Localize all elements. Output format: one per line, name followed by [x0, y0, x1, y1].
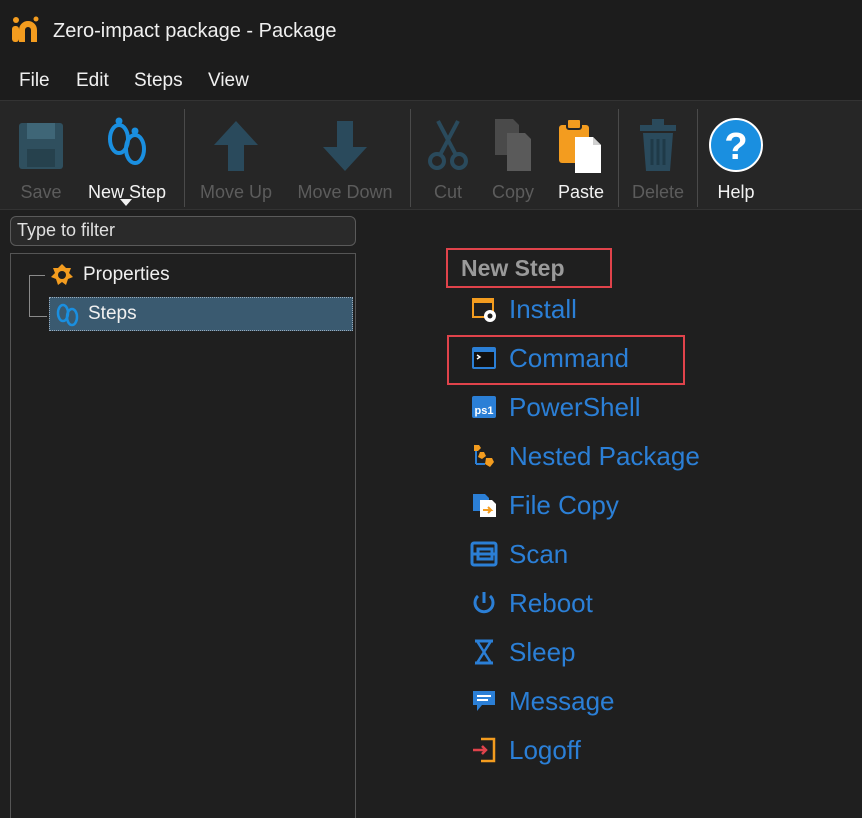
new-step-button[interactable]: New Step — [80, 109, 174, 206]
logoff-icon — [473, 737, 496, 763]
copy-icon — [495, 119, 531, 171]
filter-input[interactable]: Type to filter — [10, 216, 356, 246]
powershell-icon: ps1 — [472, 396, 496, 418]
step-command[interactable]: Command — [470, 340, 629, 376]
message-icon — [473, 691, 495, 711]
step-powershell[interactable]: ps1 PowerShell — [470, 389, 641, 425]
step-label: Logoff — [509, 734, 581, 765]
menu-view[interactable]: View — [208, 70, 249, 92]
step-label: Install — [509, 293, 577, 324]
step-label: Sleep — [509, 636, 576, 667]
tree-connector — [29, 316, 47, 317]
save-icon — [19, 123, 63, 169]
scan-icon — [470, 541, 498, 567]
step-label: Command — [509, 342, 629, 373]
cut-label: Cut — [433, 182, 462, 202]
save-button[interactable]: Save — [14, 109, 68, 205]
command-icon — [472, 347, 496, 369]
step-file-copy[interactable]: File Copy — [470, 487, 619, 523]
copy-button[interactable]: Copy — [484, 109, 542, 205]
delete-button[interactable]: Delete — [626, 109, 690, 205]
toolbar: Save New Step Move Up Move Down Cut Copy… — [0, 100, 862, 210]
file-copy-icon — [473, 494, 496, 517]
hourglass-icon — [474, 639, 494, 665]
steps-icon — [56, 303, 79, 327]
tree-item-steps[interactable]: Steps — [49, 297, 353, 331]
step-scan[interactable]: Scan — [470, 536, 568, 572]
tree-panel: Properties Steps — [10, 253, 356, 818]
step-sleep[interactable]: Sleep — [470, 634, 576, 670]
nested-package-icon — [474, 445, 494, 467]
tree-item-label: Properties — [83, 264, 170, 285]
menu-edit[interactable]: Edit — [76, 70, 109, 92]
delete-label: Delete — [631, 182, 685, 202]
menu-bar: File Edit Steps View — [0, 64, 862, 100]
toolbar-separator — [184, 109, 185, 207]
tree-item-properties[interactable]: Properties — [49, 258, 170, 292]
menu-file[interactable]: File — [19, 70, 50, 92]
step-label: Scan — [509, 538, 569, 569]
step-message[interactable]: Message — [470, 683, 615, 719]
tree-connector — [29, 275, 45, 276]
app-logo-icon — [12, 16, 39, 42]
move-down-button[interactable]: Move Down — [287, 109, 403, 205]
step-label: File Copy — [509, 489, 619, 520]
step-label: Nested Package — [509, 440, 700, 471]
tree-connector — [29, 275, 30, 317]
move-up-button[interactable]: Move Up — [192, 109, 280, 205]
power-icon — [473, 592, 495, 614]
toolbar-separator — [697, 109, 698, 207]
cut-button[interactable]: Cut — [422, 109, 474, 205]
new-step-heading: New Step — [461, 255, 565, 281]
step-install[interactable]: Install — [470, 291, 577, 327]
paste-label: Paste — [557, 182, 605, 202]
svg-text:ps1: ps1 — [475, 405, 494, 417]
help-icon: ? — [709, 118, 763, 172]
footsteps-icon — [108, 117, 146, 165]
arrow-up-icon — [214, 121, 258, 171]
step-reboot[interactable]: Reboot — [470, 585, 593, 621]
window-title: Zero-impact package - Package — [53, 20, 337, 42]
toolbar-separator — [618, 109, 619, 207]
install-icon — [472, 298, 496, 322]
trash-icon — [640, 119, 676, 171]
move-up-label: Move Up — [199, 182, 273, 202]
paste-button[interactable]: Paste — [552, 109, 610, 205]
help-label: Help — [717, 182, 755, 202]
menu-steps[interactable]: Steps — [134, 70, 183, 92]
step-label: Message — [509, 685, 615, 716]
move-down-label: Move Down — [297, 182, 393, 202]
scissors-icon — [428, 120, 468, 170]
svg-text:?: ? — [724, 126, 747, 168]
title-bar: Zero-impact package - Package — [0, 0, 862, 64]
dropdown-arrow-icon — [120, 199, 132, 206]
step-nested-package[interactable]: Nested Package — [470, 438, 700, 474]
properties-icon — [51, 264, 73, 285]
save-label: Save — [20, 182, 62, 202]
toolbar-separator — [410, 109, 411, 207]
paste-icon — [559, 118, 601, 173]
copy-label: Copy — [491, 182, 535, 202]
tree-item-label: Steps — [88, 303, 137, 324]
step-label: PowerShell — [509, 391, 641, 422]
step-label: Reboot — [509, 587, 593, 618]
help-button[interactable]: ? Help — [706, 109, 766, 205]
arrow-down-icon — [323, 121, 367, 171]
step-logoff[interactable]: Logoff — [470, 732, 581, 768]
